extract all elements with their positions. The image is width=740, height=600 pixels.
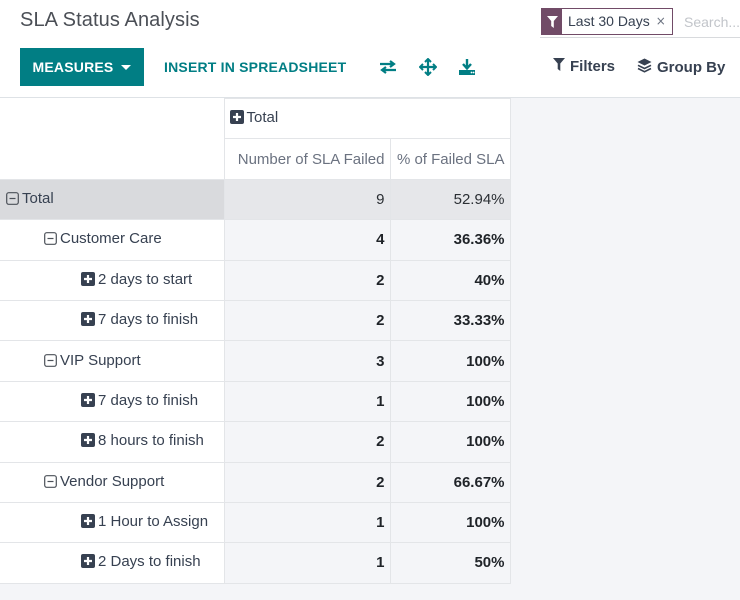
cell-sla-failed-count[interactable]: 2 [223,299,391,342]
row-header-label: 7 days to finish [98,391,199,409]
minus-square-icon [44,232,57,249]
table-row: 2 days to start 2 40% [0,259,511,301]
table-row: 2 Days to finish 1 50% [0,542,511,584]
cell-sla-failed-count[interactable]: 4 [223,219,391,261]
measures-button[interactable]: MEASURES [20,48,144,86]
filter-icon [553,58,565,75]
row-header[interactable]: Customer Care [0,219,225,261]
table-row: 8 hours to finish 2 100% [0,421,511,463]
table-row: Customer Care 4 36.36% [0,219,511,261]
search-input[interactable] [684,10,740,34]
cell-failed-sla-percent[interactable]: 100% [389,380,511,423]
row-header[interactable]: 2 Days to finish [0,542,225,584]
caret-down-icon [121,64,132,70]
plus-square-icon [81,312,95,330]
page-title: SLA Status Analysis [20,9,200,31]
cell-failed-sla-percent[interactable]: 40% [389,259,511,301]
cell-sla-failed-count[interactable]: 1 [223,501,391,544]
plus-square-icon [81,554,95,572]
cell-sla-failed-count[interactable]: 2 [223,461,391,503]
plus-square-icon [81,433,95,451]
plus-square-icon [81,514,95,532]
row-header-label: 1 Hour to Assign [98,513,209,531]
filter-icon [542,9,562,34]
pivot-table: Total Number of SLA Failed % of Failed S… [0,97,511,584]
insert-in-spreadsheet-button[interactable]: INSERT IN SPREADSHEET [164,48,346,86]
expand-all-button[interactable] [418,57,438,79]
row-header[interactable]: Vendor Support [0,461,225,503]
cell-sla-failed-count[interactable]: 2 [223,421,391,463]
cell-failed-sla-percent[interactable]: 100% [389,421,511,463]
measure-header-percent[interactable]: % of Failed SLA [389,138,511,180]
minus-square-icon [6,192,19,209]
download-button[interactable] [457,58,477,78]
cell-failed-sla-percent[interactable]: 100% [389,501,511,544]
cell-sla-failed-count[interactable]: 3 [223,340,391,382]
table-row: 7 days to finish 2 33.33% [0,299,511,342]
search-bar: Last 30 Days × [540,8,740,38]
row-header-label: 2 days to start [98,270,193,288]
flip-axis-button[interactable] [378,58,398,78]
plus-square-icon [81,392,95,411]
table-row: Total 9 52.94% [0,178,511,221]
cell-sla-failed-count[interactable]: 1 [223,380,391,423]
expand-all-icon [418,57,438,79]
minus-square-icon [44,353,57,371]
column-header-total[interactable]: Total [223,97,511,140]
plus-square-icon [81,271,95,290]
cell-failed-sla-percent[interactable]: 100% [389,340,511,382]
row-header-label: Total [22,189,54,207]
row-header[interactable]: 7 days to finish [0,380,225,423]
cell-failed-sla-percent[interactable]: 33.33% [389,299,511,342]
plus-square-icon [229,110,244,128]
column-header-label: Total [246,109,279,127]
download-icon [459,58,475,78]
row-header[interactable]: 2 days to start [0,259,225,301]
facet-label: Last 30 Days [568,13,650,29]
row-header-label: 2 Days to finish [98,553,201,571]
layers-icon [637,58,652,77]
flip-axis-icon [379,59,397,77]
search-facet[interactable]: Last 30 Days × [541,8,673,35]
filters-button[interactable]: Filters [553,58,615,75]
minus-square-icon [44,474,57,492]
row-header-label: 7 days to finish [98,311,199,329]
cell-sla-failed-count[interactable]: 1 [223,542,391,584]
table-row: 7 days to finish 1 100% [0,380,511,423]
table-row: Vendor Support 2 66.67% [0,461,511,503]
cell-failed-sla-percent[interactable]: 50% [389,542,511,584]
pivot-view: Total Number of SLA Failed % of Failed S… [0,97,740,600]
pivot-corner [0,98,225,180]
cell-failed-sla-percent[interactable]: 52.94% [389,178,511,221]
row-header-label: Customer Care [60,230,162,248]
cell-failed-sla-percent[interactable]: 36.36% [389,219,511,261]
cell-failed-sla-percent[interactable]: 66.67% [389,461,511,503]
cell-sla-failed-count[interactable]: 2 [223,259,391,301]
row-header[interactable]: 1 Hour to Assign [0,501,225,544]
pivot-body: Total 9 52.94% Customer Care 4 36.36% 2 days t… [0,178,511,584]
group-by-label: Group By [657,59,726,76]
pivot-header-row: Total [0,97,511,180]
group-by-button[interactable]: Group By [637,58,725,77]
row-header[interactable]: VIP Support [0,340,225,382]
row-header[interactable]: 8 hours to finish [0,421,225,463]
row-header[interactable]: 7 days to finish [0,299,225,342]
row-header-label: VIP Support [60,351,141,369]
control-panel: SLA Status Analysis Last 30 Days × MEASU… [0,0,740,97]
row-header[interactable]: Total [0,178,225,221]
filters-label: Filters [570,58,616,75]
measures-label: MEASURES [32,59,114,75]
row-header-label: Vendor Support [60,472,165,490]
table-row: 1 Hour to Assign 1 100% [0,501,511,544]
cell-sla-failed-count[interactable]: 9 [223,178,391,221]
measure-header-count[interactable]: Number of SLA Failed [223,138,391,180]
table-row: VIP Support 3 100% [0,340,511,382]
row-header-label: 8 hours to finish [98,432,204,450]
facet-remove-icon[interactable]: × [656,9,672,34]
